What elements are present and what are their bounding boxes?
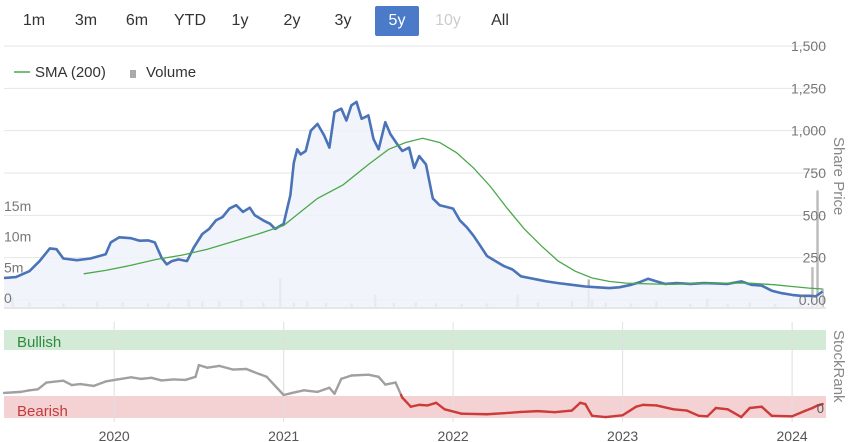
stockrank-tick-label: 0 xyxy=(817,401,824,416)
stockrank-segment xyxy=(384,381,397,386)
legend-sma-label[interactable]: SMA (200) xyxy=(35,64,106,81)
stockrank-segment xyxy=(748,405,763,410)
x-tick-label: 2024 xyxy=(777,428,808,442)
share-price-axis-title: Share Price xyxy=(830,137,847,215)
price-area xyxy=(4,101,823,308)
stockrank-segment xyxy=(553,409,573,414)
stockrank-segment xyxy=(70,382,82,387)
legend-volume-swatch xyxy=(130,70,136,78)
stockrank-segment xyxy=(273,384,285,397)
stockrank-segment xyxy=(28,388,40,392)
stockrank-segment xyxy=(770,414,794,418)
price-tick-label: 1,000 xyxy=(791,123,826,139)
stockrank-segment xyxy=(160,378,175,382)
stockrank-segment xyxy=(377,375,387,386)
stockrank-segment xyxy=(350,373,370,377)
stockrank-segment xyxy=(316,386,331,394)
price-tick-label: 1,250 xyxy=(791,80,826,96)
stockrank-segment xyxy=(62,379,73,387)
legend-volume-label[interactable]: Volume xyxy=(146,64,196,81)
stockrank-segment xyxy=(194,363,201,378)
stockrank-segment xyxy=(290,389,306,395)
stockrank-segment xyxy=(502,410,523,415)
stockrank-segment xyxy=(519,409,540,414)
stockrank-segment xyxy=(129,376,143,381)
stockrank-segment xyxy=(367,373,380,378)
x-tick-label: 2020 xyxy=(99,428,130,442)
stockrank-segment xyxy=(231,367,248,371)
stockrank-segment xyxy=(418,403,429,407)
price-tick-label: 500 xyxy=(803,207,827,223)
stockrank-segment xyxy=(641,403,658,407)
stockrank-segment xyxy=(697,414,709,418)
stockrank-segment xyxy=(104,378,119,383)
stockrank-segment xyxy=(79,382,96,388)
price-tick-label: 250 xyxy=(803,250,827,266)
bullish-label: Bullish xyxy=(17,334,61,351)
volume-tick-label: 15m xyxy=(4,198,31,214)
stockrank-segment xyxy=(172,378,187,382)
stockrank-segment xyxy=(536,409,557,414)
stockrank-segment xyxy=(36,381,48,391)
volume-tick-label: 10m xyxy=(4,229,31,245)
stockrank-segment xyxy=(92,380,107,388)
chart-legend: SMA (200) Volume xyxy=(14,64,196,81)
stockrank-segment xyxy=(2,390,23,395)
stockrank-segment xyxy=(333,377,343,395)
stockrank-segment xyxy=(116,376,133,381)
stockrank-segment xyxy=(485,412,506,416)
stockrank-axis-title: StockRank xyxy=(830,330,847,403)
price-tick-label: 750 xyxy=(803,165,827,181)
stockrank-segment xyxy=(206,364,221,369)
stockrank-segment xyxy=(150,376,163,382)
stockrank-segment xyxy=(45,379,65,384)
bullish-band xyxy=(4,330,826,350)
volume-tick-label: 5m xyxy=(4,259,23,275)
stockrank-segment xyxy=(257,372,268,378)
x-tick-label: 2022 xyxy=(438,428,469,442)
stockrank-segment xyxy=(245,367,260,375)
bearish-label: Bearish xyxy=(17,403,68,420)
x-tick-label: 2021 xyxy=(268,428,299,442)
stockrank-segment xyxy=(302,389,319,394)
volume-tick-label: 0 xyxy=(4,290,12,306)
stockrank-segment xyxy=(394,381,403,397)
x-tick-label: 2023 xyxy=(607,428,638,442)
stockrank-segment xyxy=(282,391,294,397)
stockrank-segment xyxy=(265,375,277,388)
price-tick-label: 0.00 xyxy=(799,292,826,308)
stockrank-segment xyxy=(218,364,235,371)
stockrank-segment xyxy=(197,363,209,369)
stockrank-segment xyxy=(460,412,489,416)
stockrank-segment xyxy=(140,376,153,381)
stockrank-segment xyxy=(590,414,607,419)
price-tick-label: 1,500 xyxy=(791,38,826,54)
stockrank-segment xyxy=(19,389,31,394)
stock-chart: Bullish Bearish 2020 2021 2022 2023 2024 0.00 2… xyxy=(2,38,847,442)
stockrank-segment xyxy=(184,375,197,382)
stockrank-segment xyxy=(340,374,353,381)
stockrank-segment xyxy=(672,408,689,412)
stockrank-segment xyxy=(714,406,729,411)
